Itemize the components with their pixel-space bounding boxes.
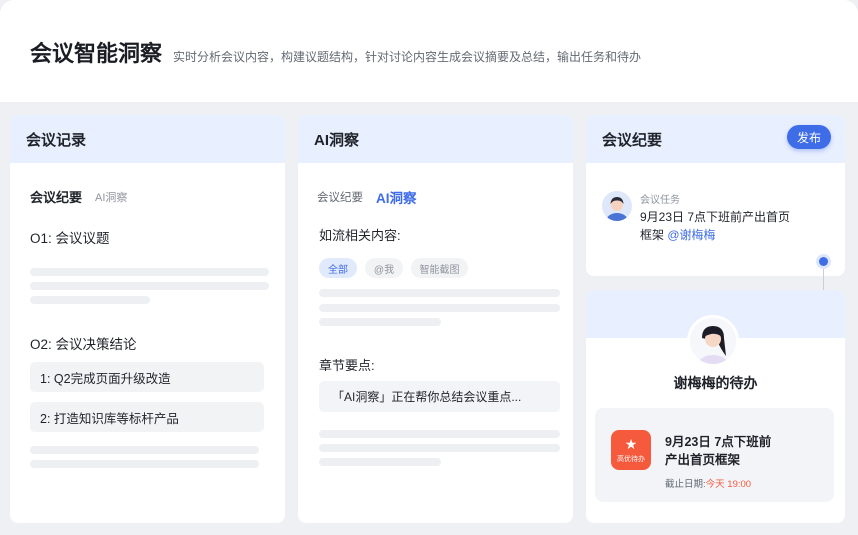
placeholder-line <box>30 296 150 304</box>
filter-chip-mention[interactable]: @我 <box>365 258 403 278</box>
section-points-label: 章节要点: <box>319 358 375 373</box>
filter-chip-all[interactable]: 全部 <box>319 258 357 278</box>
placeholder-line <box>319 444 560 452</box>
insight-card: AI洞察 会议纪要 AI洞察 如流相关内容: 全部 @我 智能截图 章节要点: … <box>298 115 573 523</box>
todo-task-line1: 9月23日 7点下班前 <box>665 435 772 449</box>
deadline-value: 今天 19:00 <box>705 479 752 490</box>
todo-task-card[interactable]: ★ 高优待办 9月23日 7点下班前 产出首页框架 截止日期:今天 19:00 <box>595 408 834 502</box>
owner-avatar <box>687 315 739 367</box>
priority-label: 高优待办 <box>617 455 645 463</box>
placeholder-line <box>319 304 560 312</box>
star-icon: ★ <box>624 435 638 452</box>
tab-ai-insight[interactable]: AI洞察 <box>95 189 127 205</box>
placeholder-line <box>319 430 560 438</box>
summary-status: 「AI洞察」正在帮你总结会议重点... <box>319 381 560 412</box>
placeholder-line <box>30 282 269 290</box>
task-text: 9月23日 7点下班前产出首页 <box>640 210 791 224</box>
priority-badge: ★ 高优待办 <box>611 430 651 470</box>
deadline: 截止日期:今天 19:00 <box>665 476 751 490</box>
tab-minutes[interactable]: 会议纪要 <box>317 189 363 205</box>
mention-link[interactable]: @谢梅梅 <box>667 228 715 242</box>
records-card: 会议记录 会议纪要 AI洞察 O1: 会议议题 O2: 会议决策结论 1: Q2… <box>10 115 285 523</box>
placeholder-line <box>319 458 441 466</box>
task-text-cont: 框架 @谢梅梅 <box>640 226 716 243</box>
page-subtitle: 实时分析会议内容，构建议题结构，针对讨论内容生成会议摘要及总结，输出任务和待办 <box>173 50 642 64</box>
placeholder-line <box>30 268 269 276</box>
task-text-line2: 框架 <box>640 228 665 242</box>
minutes-card: 会议纪要 发布 会议任务 9月23日 7点下班前产出首页 框架 @谢梅梅 <box>586 115 845 276</box>
placeholder-line <box>319 318 441 326</box>
header: 会议智能洞察 实时分析会议内容，构建议题结构，针对讨论内容生成会议摘要及总结，输… <box>0 0 858 102</box>
decision-item[interactable]: 1: Q2完成页面升级改造 <box>30 362 264 392</box>
todo-task-line2: 产出首页框架 <box>665 453 741 467</box>
insight-card-title: AI洞察 <box>298 115 573 163</box>
task-tag: 会议任务 <box>640 195 680 206</box>
decision-item[interactable]: 2: 打造知识库等标杆产品 <box>30 402 264 432</box>
topic-heading-1: O1: 会议议题 <box>30 231 110 246</box>
tab-minutes[interactable]: 会议纪要 <box>30 187 82 206</box>
person-icon <box>602 191 632 221</box>
publish-button[interactable]: 发布 <box>787 125 831 149</box>
connector-dot-blue <box>819 257 828 266</box>
records-card-title: 会议记录 <box>10 115 285 163</box>
user-avatar <box>602 191 632 221</box>
placeholder-line <box>30 446 259 454</box>
deadline-label: 截止日期: <box>665 479 706 490</box>
person-icon <box>690 318 736 364</box>
tab-ai-insight[interactable]: AI洞察 <box>376 187 417 207</box>
todo-card: 谢梅梅的待办 ★ 高优待办 9月23日 7点下班前 产出首页框架 截止日期:今天… <box>586 290 845 523</box>
placeholder-line <box>30 460 259 468</box>
todo-owner-title: 谢梅梅的待办 <box>673 375 758 391</box>
topic-heading-2: O2: 会议决策结论 <box>30 337 137 352</box>
app-frame: 会议智能洞察 实时分析会议内容，构建议题结构，针对讨论内容生成会议摘要及总结，输… <box>0 0 858 535</box>
related-content-label: 如流相关内容: <box>319 228 401 243</box>
filter-chip-screenshot[interactable]: 智能截图 <box>411 258 468 278</box>
placeholder-line <box>319 289 560 297</box>
page-title: 会议智能洞察 <box>30 41 163 66</box>
